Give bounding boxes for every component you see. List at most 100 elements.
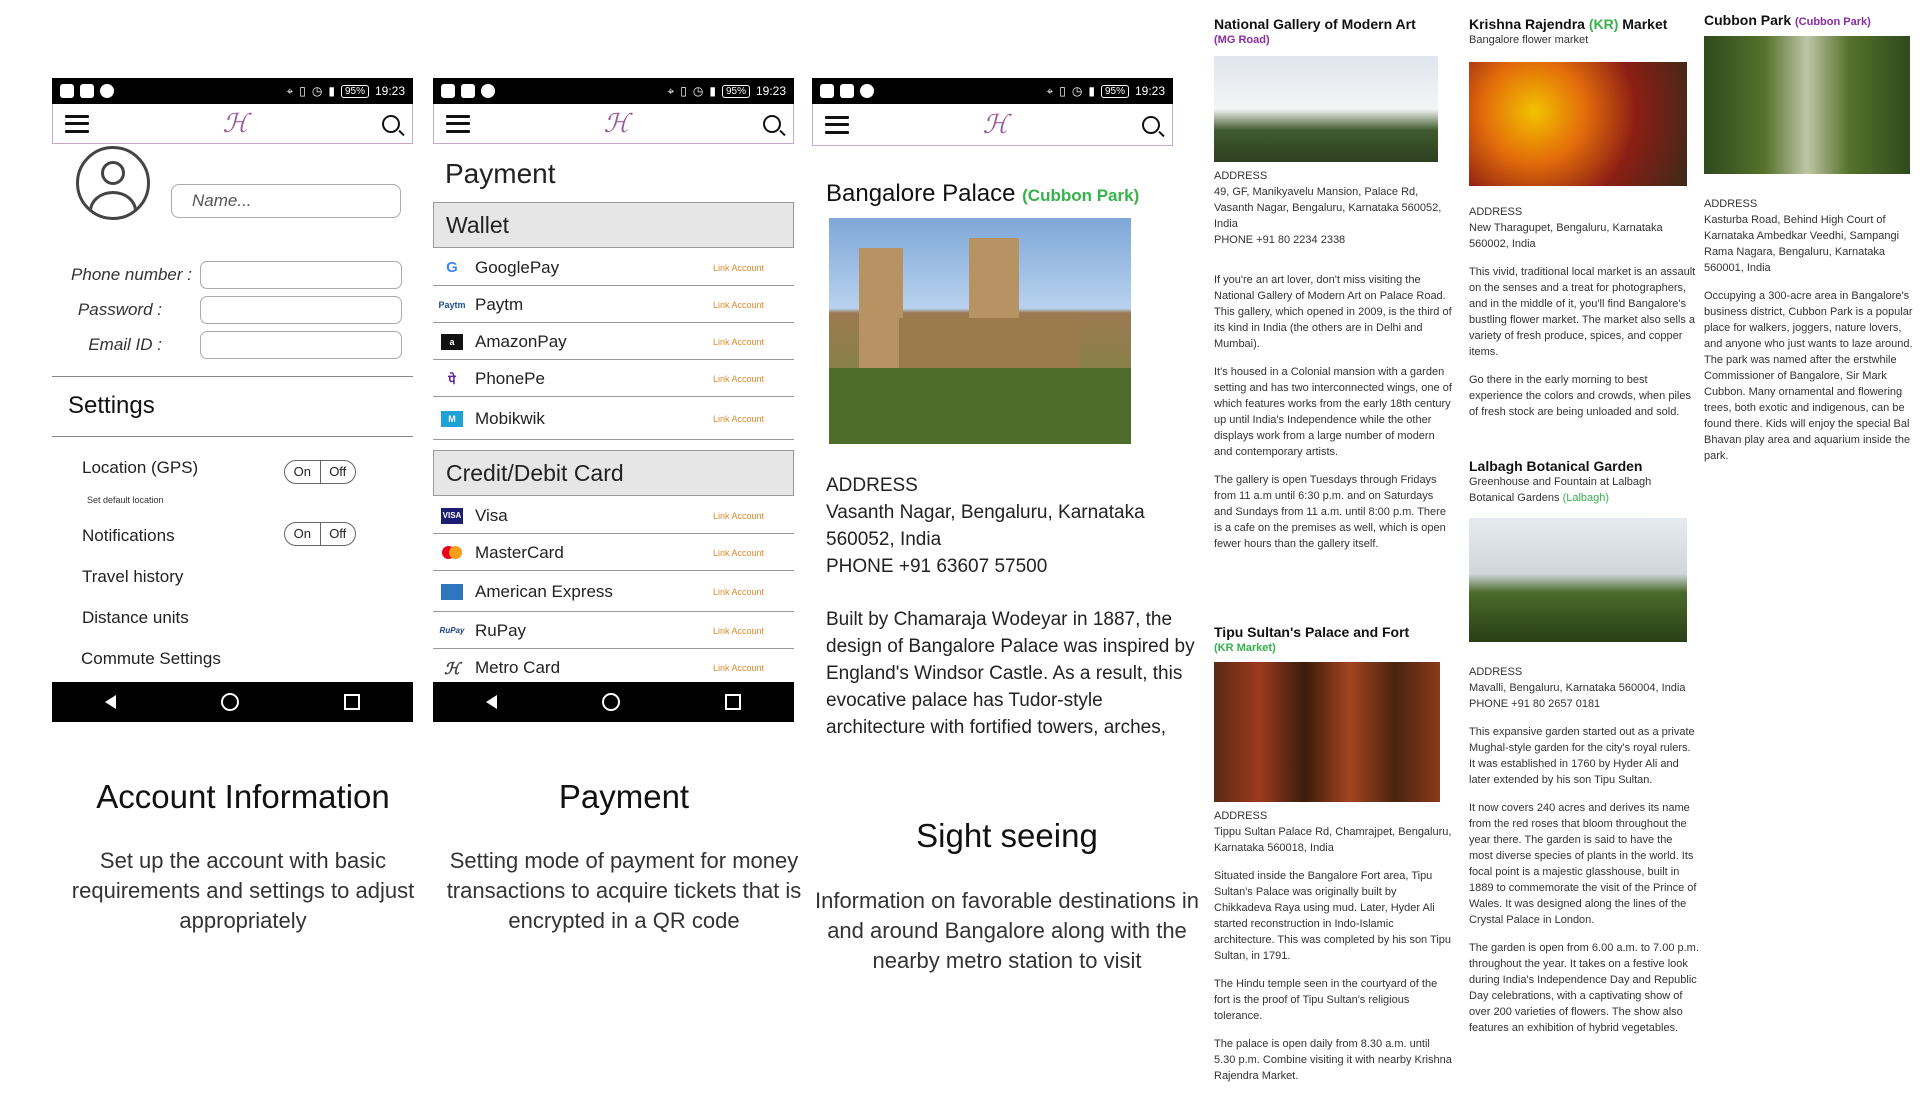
settings-title: Settings (68, 392, 155, 419)
email-field[interactable] (200, 331, 402, 359)
wallet-row-phonepe[interactable]: पे PhonePe Link Account (433, 361, 794, 397)
phone-number: PHONE +91 80 2234 2338 (1214, 234, 1346, 246)
wallet-row-mobikwik[interactable]: M Mobikwik Link Account (433, 398, 794, 440)
link-account-button[interactable]: Link Account (713, 414, 764, 424)
address-text: Kasturba Road, Behind High Court of Karn… (1704, 214, 1900, 274)
card-row-amex[interactable]: American Express Link Account (433, 572, 794, 612)
recents-icon[interactable] (344, 694, 361, 710)
back-icon[interactable] (104, 695, 116, 709)
back-icon[interactable] (485, 695, 497, 709)
menu-icon[interactable] (446, 114, 470, 133)
lalbagh-paragraph: The garden is open from 6.00 a.m. to 7.0… (1469, 942, 1699, 1034)
toggle-off[interactable]: Off (321, 461, 356, 483)
tipu-title: Tipu Sultan's Palace and Fort (1214, 624, 1410, 640)
divider (52, 376, 413, 377)
account-phone: ⌖ ▯ ◷ ▮ 95% 19:23 ℋ Name... Phone number : Pa… (52, 78, 413, 722)
location-setting[interactable]: Location (GPS) (82, 458, 198, 478)
alarm-icon: ◷ (692, 84, 704, 98)
card-row-rupay[interactable]: RuPay RuPay Link Account (433, 613, 794, 649)
card-row-visa[interactable]: VISA Visa Link Account (433, 498, 794, 534)
vibrate-icon: ▯ (680, 84, 687, 98)
travel-history-item[interactable]: Travel history (82, 567, 183, 587)
wallet-row-amazonpay[interactable]: a AmazonPay Link Account (433, 324, 794, 360)
wallet-row-paytm[interactable]: Paytm Paytm Link Account (433, 287, 794, 323)
sight-caption-title: Sight seeing (916, 817, 1098, 854)
message-icon (461, 84, 475, 98)
signal-icon: ▮ (328, 84, 335, 98)
link-account-button[interactable]: Link Account (713, 263, 764, 273)
toggle-on[interactable]: On (285, 523, 321, 545)
recents-icon[interactable] (725, 694, 742, 710)
tipu-paragraph: The palace is open daily from 8.30 a.m. … (1214, 1038, 1452, 1082)
flower-market-photo (1469, 62, 1687, 186)
cubbon-paragraph: Occupying a 300-acre area in Bangalore's… (1704, 290, 1913, 462)
link-account-button[interactable]: Link Account (713, 587, 764, 597)
commute-settings-item[interactable]: Commute Settings (81, 649, 221, 669)
wallet-name: GooglePay (475, 257, 560, 277)
link-account-button[interactable]: Link Account (713, 337, 764, 347)
ngma-paragraph: It's housed in a Colonial mansion with a… (1214, 366, 1452, 458)
android-nav-bar (433, 682, 794, 722)
avatar[interactable] (76, 146, 150, 220)
location-toggle[interactable]: On Off (284, 460, 356, 484)
amazon-icon: a (441, 333, 463, 350)
set-default-location-link[interactable]: Set default location (87, 495, 164, 505)
lalbagh-card: Lalbagh Botanical Garden Greenhouse and … (1469, 458, 1699, 506)
clock: 19:23 (374, 84, 405, 98)
search-icon[interactable] (381, 114, 400, 133)
name-input[interactable]: Name... (171, 184, 401, 218)
metro-station-label: (Cubbon Park) (1022, 186, 1140, 205)
name-placeholder: Name... (192, 191, 252, 210)
link-account-button[interactable]: Link Account (713, 511, 764, 521)
link-account-button[interactable]: Link Account (713, 374, 764, 384)
card-name: MasterCard (475, 542, 564, 562)
clock: 19:23 (1134, 84, 1165, 98)
wallet-row-googlepay[interactable]: G GooglePay Link Account (433, 250, 794, 286)
signal-icon: ▮ (709, 84, 716, 98)
distance-units-item[interactable]: Distance units (82, 608, 189, 628)
message-icon (840, 84, 854, 98)
android-nav-bar (52, 682, 413, 722)
home-icon[interactable] (220, 693, 239, 711)
tipu-paragraph: The Hindu temple seen in the courtyard o… (1214, 978, 1438, 1022)
sightseeing-phone-header: ⌖ ▯ ◷ ▮ 95% 19:23 ℋ (812, 78, 1173, 146)
link-account-button[interactable]: Link Account (713, 626, 764, 636)
lalbagh-subtitle-text: Greenhouse and Fountain at Lalbagh Botan… (1469, 476, 1652, 504)
search-icon[interactable] (1141, 115, 1160, 134)
link-account-button[interactable]: Link Account (713, 663, 764, 673)
phone-field[interactable] (200, 261, 402, 289)
tipu-details: ADDRESS Tippu Sultan Palace Rd, Chamrajp… (1214, 808, 1454, 1096)
home-icon[interactable] (601, 693, 620, 711)
link-account-button[interactable]: Link Account (713, 548, 764, 558)
app-bar: ℋ (52, 104, 413, 144)
password-field[interactable] (200, 296, 402, 324)
wallet-name: AmazonPay (475, 331, 567, 351)
card-name: Metro Card (475, 658, 561, 677)
lalbagh-paragraph: This expansive garden started out as a p… (1469, 726, 1695, 786)
krm-paragraph: This vivid, traditional local market is … (1469, 266, 1696, 358)
ngma-details: ADDRESS 49, GF, Manikyavelu Mansion, Pal… (1214, 168, 1454, 564)
payment-caption-title: Payment (558, 778, 690, 815)
address-label: ADDRESS (1214, 810, 1268, 822)
card-row-metro[interactable]: ℋ Metro Card Link Account (433, 650, 794, 686)
rupay-icon: RuPay (439, 626, 465, 635)
krm-card: Krishna Rajendra (KR) Market Bangalore f… (1469, 16, 1699, 48)
paytm-icon: Paytm (438, 299, 466, 310)
menu-icon[interactable] (825, 115, 849, 134)
link-account-button[interactable]: Link Account (713, 300, 764, 310)
card-row-mastercard[interactable]: MasterCard Link Account (433, 535, 794, 571)
app-logo: ℋ (603, 108, 630, 139)
cubbon-card: Cubbon Park (Cubbon Park) (1704, 12, 1916, 30)
password-label: Password : (77, 300, 162, 319)
lalbagh-glasshouse-photo (1469, 518, 1687, 642)
payment-caption-text: Setting mode of payment for money transa… (446, 848, 802, 933)
toggle-on[interactable]: On (285, 461, 321, 483)
card-name: Visa (475, 505, 508, 525)
search-icon[interactable] (762, 114, 781, 133)
menu-icon[interactable] (65, 114, 89, 133)
lalbagh-title: Lalbagh Botanical Garden (1469, 458, 1643, 474)
vibrate-icon: ▯ (299, 84, 306, 98)
notifications-toggle[interactable]: On Off (284, 522, 356, 546)
toggle-off[interactable]: Off (321, 523, 356, 545)
notifications-setting[interactable]: Notifications (82, 526, 175, 546)
